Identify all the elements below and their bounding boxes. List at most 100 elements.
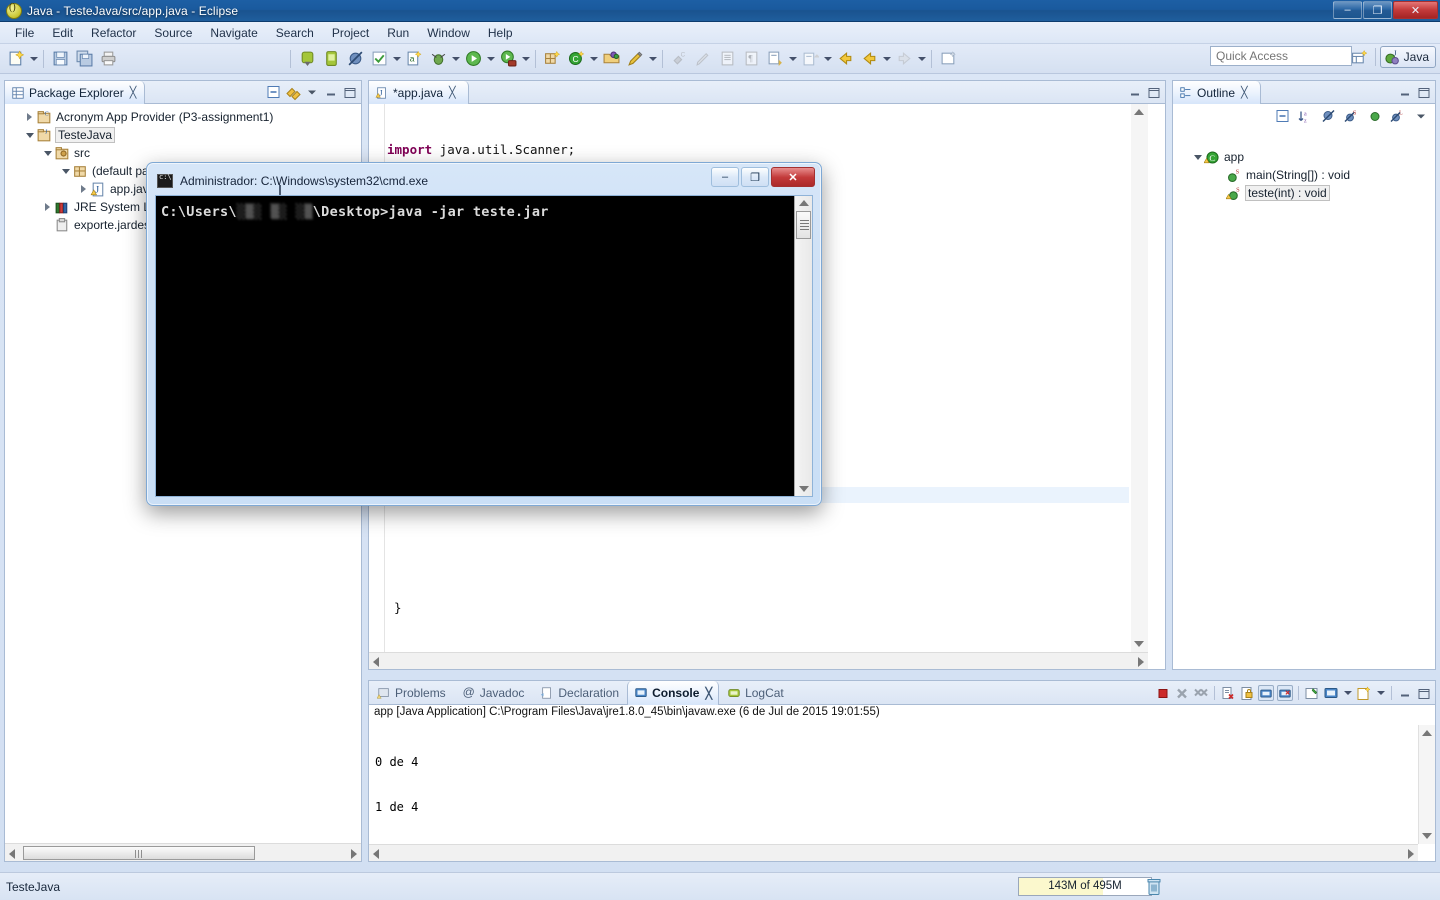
coverage-dropdown[interactable] — [647, 47, 658, 71]
debug-icon[interactable] — [426, 47, 450, 71]
new-java-project-icon[interactable]: C — [564, 47, 588, 71]
chevron-down-icon[interactable] — [23, 126, 36, 144]
maximize-icon[interactable] — [1416, 84, 1432, 100]
perspective-button-java[interactable]: J Java — [1379, 46, 1436, 68]
minimize-icon[interactable] — [1397, 84, 1413, 100]
display-selected-console-dropdown[interactable] — [1342, 685, 1353, 701]
maximize-icon[interactable] — [1146, 84, 1162, 100]
tab-javadoc[interactable]: @ Javadoc — [454, 681, 533, 705]
scroll-up-arrow-icon[interactable] — [1134, 109, 1144, 115]
next-annotation-icon[interactable] — [763, 47, 787, 71]
trash-icon[interactable] — [1146, 877, 1162, 896]
tab-package-explorer[interactable]: Package Explorer ╳ — [5, 81, 145, 104]
menu-search[interactable]: Search — [267, 24, 323, 42]
android-sdk-manager-icon[interactable] — [295, 47, 319, 71]
open-type-icon[interactable] — [599, 47, 623, 71]
console-vscrollbar[interactable] — [1418, 725, 1435, 844]
heap-status-indicator[interactable]: 143M of 495M — [1018, 877, 1152, 896]
open-perspective-icon[interactable] — [1349, 46, 1371, 68]
package-explorer-hscrollbar[interactable] — [5, 843, 361, 861]
chevron-right-icon[interactable] — [77, 180, 90, 198]
cmd-console-area[interactable]: C:\Users\░▒░ ▒░ ░▒\Desktop>java -jar tes… — [155, 195, 813, 497]
menu-help[interactable]: Help — [479, 24, 522, 42]
window-minimize-button[interactable]: – — [1333, 1, 1362, 19]
android-avd-manager-icon[interactable] — [319, 47, 343, 71]
new-dropdown[interactable] — [28, 47, 39, 71]
scrollbar-thumb[interactable] — [23, 846, 255, 860]
scroll-left-arrow-icon[interactable] — [373, 849, 379, 859]
save-all-icon[interactable] — [72, 47, 96, 71]
debug-dropdown[interactable] — [450, 47, 461, 71]
forward-dropdown[interactable] — [916, 47, 927, 71]
tab-declaration[interactable]: Declaration — [532, 681, 627, 705]
next-annotation-dropdown[interactable] — [787, 47, 798, 71]
minimize-icon[interactable] — [323, 84, 339, 100]
outline-item-app[interactable]: C app — [1173, 148, 1435, 166]
maximize-icon[interactable] — [1416, 685, 1432, 701]
cmd-minimize-button[interactable]: – — [711, 167, 739, 187]
menu-refactor[interactable]: Refactor — [82, 24, 145, 42]
scroll-up-arrow-icon[interactable] — [1422, 730, 1432, 736]
menu-file[interactable]: File — [6, 24, 43, 42]
pin-console-icon[interactable] — [1304, 685, 1320, 701]
clear-console-icon[interactable] — [1220, 685, 1236, 701]
chevron-down-icon[interactable] — [1191, 148, 1204, 166]
tab-console[interactable]: Console ╳ — [627, 681, 720, 705]
chevron-down-icon[interactable] — [41, 144, 54, 162]
toggle-mark-occurrences-icon[interactable]: C — [667, 47, 691, 71]
run-dropdown[interactable] — [485, 47, 496, 71]
previous-annotation-icon[interactable] — [798, 47, 822, 71]
view-menu-icon[interactable] — [1413, 108, 1429, 124]
forward-icon[interactable] — [892, 47, 916, 71]
scroll-left-arrow-icon[interactable] — [9, 849, 15, 859]
scroll-down-arrow-icon[interactable] — [799, 486, 809, 492]
outline-item-main[interactable]: S main(String[]) : void — [1173, 166, 1435, 184]
hide-static-icon[interactable]: S — [1344, 108, 1360, 124]
scrollbar-thumb[interactable] — [796, 211, 811, 239]
sort-icon[interactable]: az — [1298, 108, 1314, 124]
print-icon[interactable] — [96, 47, 120, 71]
scroll-right-arrow-icon[interactable] — [1138, 657, 1144, 667]
new-window-icon[interactable] — [936, 47, 960, 71]
link-with-editor-icon[interactable] — [285, 84, 301, 100]
tree-item-src[interactable]: src — [5, 144, 361, 162]
show-whitespace-icon[interactable]: ¶ — [739, 47, 763, 71]
quick-access-input[interactable] — [1210, 46, 1352, 66]
back-icon[interactable] — [833, 47, 857, 71]
new-java-package-icon[interactable] — [540, 47, 564, 71]
hide-non-public-icon[interactable] — [1367, 108, 1383, 124]
editor-hscrollbar[interactable] — [369, 652, 1148, 669]
console-hscrollbar[interactable] — [369, 844, 1418, 861]
close-icon[interactable]: ╳ — [1241, 86, 1248, 99]
close-icon[interactable]: ╳ — [705, 687, 712, 700]
chevron-down-icon[interactable] — [59, 162, 72, 180]
run-configurations-dropdown[interactable] — [520, 47, 531, 71]
tab-outline[interactable]: Outline ╳ — [1173, 81, 1261, 104]
window-maximize-button[interactable]: ❐ — [1363, 1, 1392, 19]
close-icon[interactable]: ╳ — [449, 86, 456, 99]
collapse-all-icon[interactable] — [266, 84, 282, 100]
remove-all-terminated-icon[interactable] — [1193, 685, 1209, 701]
new-java-class-icon[interactable]: a — [402, 47, 426, 71]
maximize-icon[interactable] — [342, 84, 358, 100]
show-console-on-error-icon[interactable] — [1277, 685, 1293, 701]
tree-item-acronym-app-provider[interactable]: C Acronym App Provider (P3-assignment1) — [5, 108, 361, 126]
outline-item-teste[interactable]: S teste(int) : void — [1173, 184, 1435, 202]
collapse-all-icon[interactable] — [1275, 108, 1291, 124]
hide-fields-icon[interactable] — [1321, 108, 1337, 124]
menu-navigate[interactable]: Navigate — [201, 24, 266, 42]
menu-window[interactable]: Window — [418, 24, 479, 42]
open-console-icon[interactable] — [1356, 685, 1372, 701]
remove-launch-icon[interactable] — [1174, 685, 1190, 701]
save-icon[interactable] — [48, 47, 72, 71]
cmd-window[interactable]: Administrador: C:\Windows\system32\cmd.e… — [146, 162, 822, 506]
minimize-icon[interactable] — [1127, 84, 1143, 100]
tab-logcat[interactable]: LogCat — [719, 681, 792, 705]
check-icon[interactable] — [367, 47, 391, 71]
scroll-left-arrow-icon[interactable] — [373, 657, 379, 667]
menu-edit[interactable]: Edit — [43, 24, 82, 42]
skip-breakpoints-icon[interactable] — [343, 47, 367, 71]
tab-problems[interactable]: Problems — [369, 681, 454, 705]
run-icon[interactable] — [461, 47, 485, 71]
scroll-up-arrow-icon[interactable] — [799, 200, 809, 206]
